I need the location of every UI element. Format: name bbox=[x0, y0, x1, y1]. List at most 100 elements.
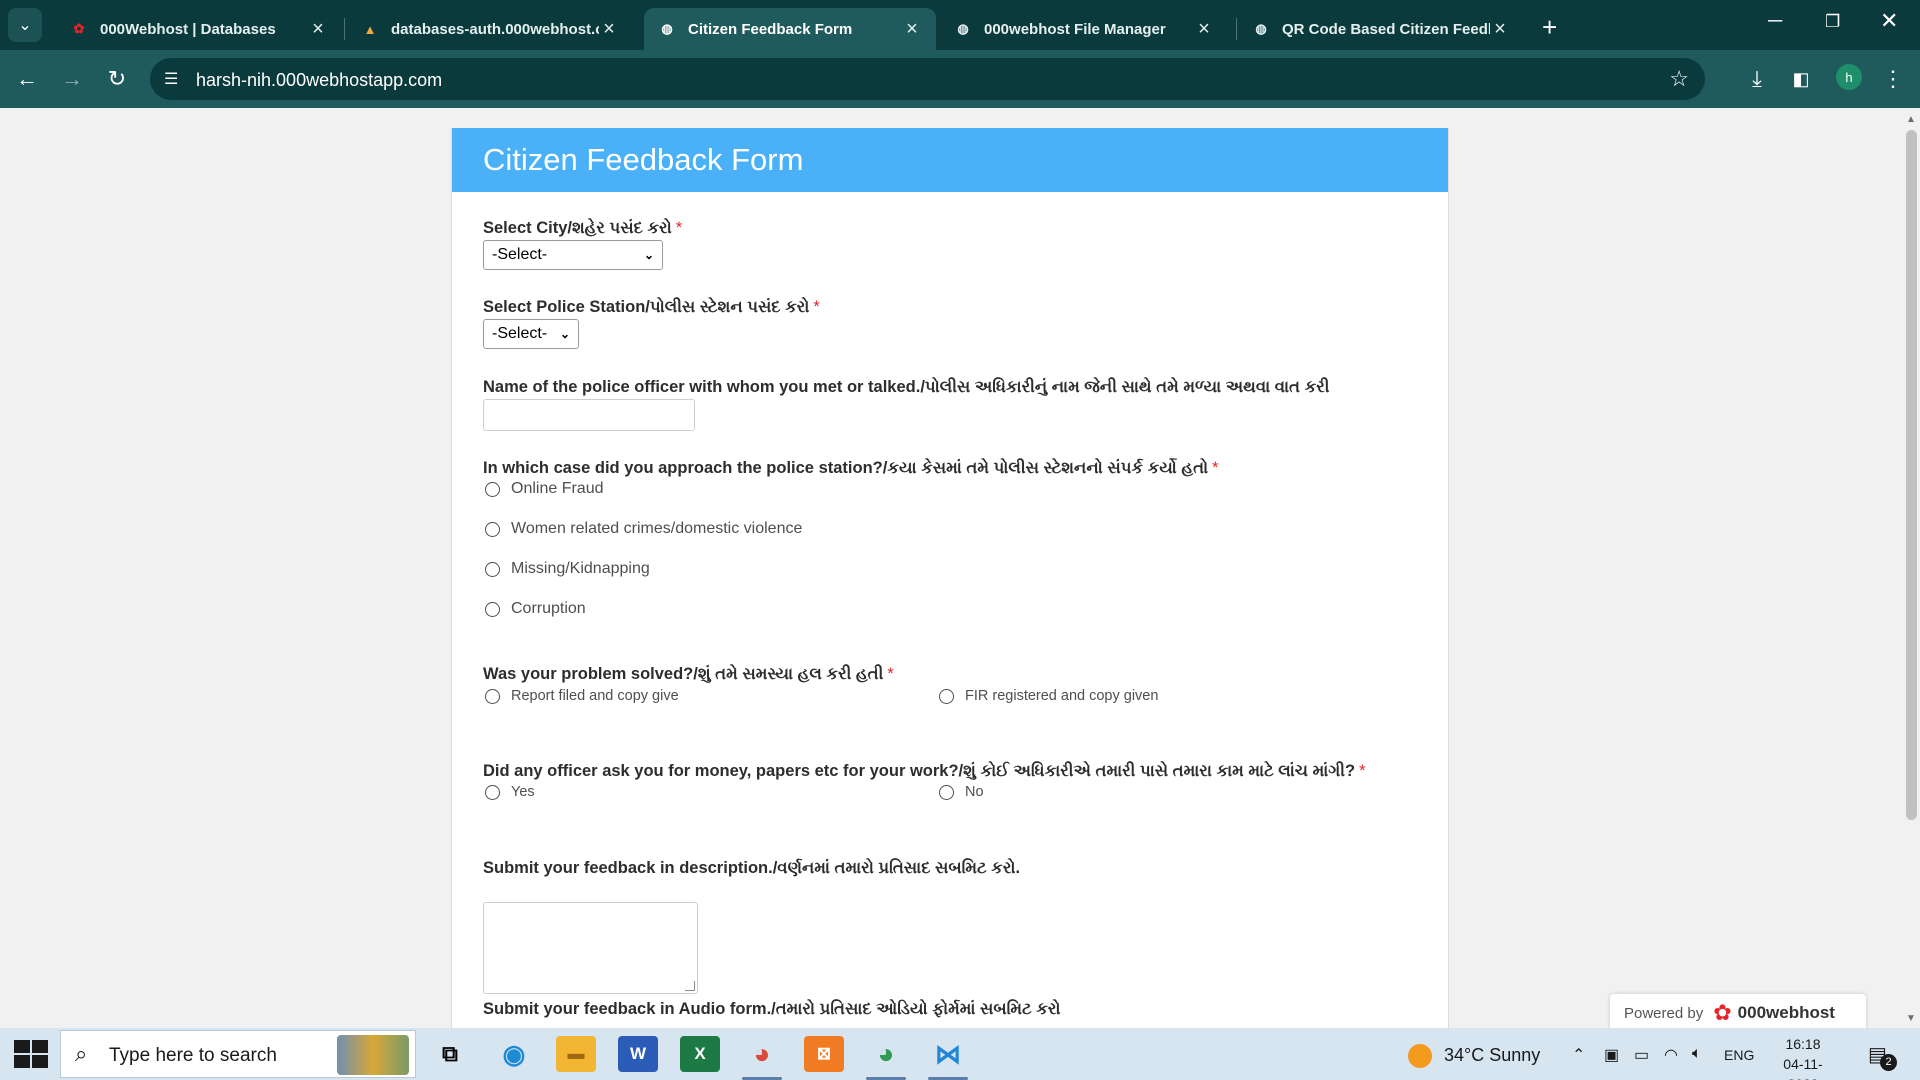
minimize-icon[interactable]: ─ bbox=[1768, 10, 1782, 33]
radio-button[interactable] bbox=[485, 688, 500, 704]
description-textarea[interactable] bbox=[483, 902, 698, 994]
wifi-icon[interactable]: ◠ bbox=[1664, 1045, 1678, 1065]
reload-icon[interactable]: ↻ bbox=[100, 62, 134, 96]
close-icon[interactable]: × bbox=[1490, 18, 1510, 41]
officer-name-label: Name of the police officer with whom you… bbox=[483, 378, 1330, 396]
case-option-online-fraud[interactable]: Online Fraud bbox=[485, 480, 604, 498]
radio-button[interactable] bbox=[939, 688, 954, 704]
tab-search-menu-button[interactable]: ⌄ bbox=[8, 8, 42, 42]
radio-button[interactable] bbox=[485, 784, 500, 800]
download-icon[interactable]: ⤓ bbox=[1740, 62, 1774, 96]
file-explorer-icon[interactable]: ▬ bbox=[556, 1036, 596, 1072]
windows-taskbar: ⌕ Type here to search ⧉ ◉ ▬ W X ◕ ⊠ ◕ ⋈ … bbox=[0, 1028, 1920, 1080]
city-select[interactable]: -Select- ⌄ bbox=[483, 240, 663, 270]
globe-icon: ◍ bbox=[661, 21, 673, 36]
bookmark-star-icon[interactable]: ☆ bbox=[1669, 66, 1689, 92]
police-station-select[interactable]: -Select- ⌄ bbox=[483, 319, 579, 349]
globe-icon: ◍ bbox=[1255, 21, 1267, 36]
description-label: Submit your feedback in description./વર્… bbox=[483, 859, 1021, 877]
radio-button[interactable] bbox=[939, 784, 954, 800]
chrome-profile-icon[interactable]: ◕ bbox=[866, 1036, 906, 1072]
radio-button[interactable] bbox=[485, 601, 500, 617]
police-station-label: Select Police Station/પોલીસ સ્ટેશન પસંદ … bbox=[483, 298, 820, 316]
radio-button[interactable] bbox=[485, 481, 500, 497]
language-indicator[interactable]: ENG bbox=[1724, 1047, 1754, 1063]
url-text[interactable]: harsh-nih.000webhostapp.com bbox=[196, 70, 442, 91]
search-icon: ⌕ bbox=[75, 1041, 88, 1066]
windows-start-icon[interactable] bbox=[14, 1040, 48, 1068]
back-arrow-icon[interactable]: ← bbox=[10, 62, 44, 96]
close-icon[interactable]: × bbox=[599, 18, 619, 41]
notification-count-badge: 2 bbox=[1880, 1054, 1897, 1071]
taskbar-search-box[interactable]: ⌕ Type here to search bbox=[60, 1030, 416, 1078]
resize-handle-icon[interactable] bbox=[685, 981, 695, 991]
case-option-corruption[interactable]: Corruption bbox=[485, 600, 586, 618]
excel-icon[interactable]: X bbox=[680, 1036, 720, 1072]
weather-text[interactable]: 34°C Sunny bbox=[1444, 1045, 1540, 1066]
weather-sun-icon[interactable] bbox=[1408, 1044, 1432, 1068]
address-bar[interactable]: ☰ harsh-nih.000webhostapp.com ☆ bbox=[150, 58, 1705, 100]
solved-option-report-filed[interactable]: Report filed and copy give bbox=[485, 688, 679, 704]
scroll-down-arrow-icon[interactable]: ▼ bbox=[1906, 1013, 1916, 1024]
city-label: Select City/શહેર પસંદ કરો * bbox=[483, 219, 683, 237]
volume-icon[interactable]: 🔈︎ bbox=[1692, 1045, 1702, 1063]
forward-arrow-icon[interactable]: → bbox=[55, 62, 89, 96]
feedback-form-card: Citizen Feedback Form Select City/શહેર પ… bbox=[451, 128, 1449, 1028]
close-icon[interactable]: × bbox=[308, 18, 328, 41]
000webhost-logo-icon: ✿ bbox=[1713, 1000, 1732, 1025]
case-option-missing[interactable]: Missing/Kidnapping bbox=[485, 560, 650, 578]
edge-icon[interactable]: ◉ bbox=[494, 1036, 534, 1072]
tab-databases-auth[interactable]: ▲ databases-auth.000webhost.com × bbox=[347, 8, 633, 50]
bribe-label: Did any officer ask you for money, paper… bbox=[483, 762, 1366, 780]
close-icon[interactable]: × bbox=[1194, 18, 1214, 41]
task-view-icon[interactable]: ⧉ bbox=[430, 1036, 470, 1072]
profile-avatar[interactable]: h bbox=[1836, 64, 1862, 90]
bribe-option-no[interactable]: No bbox=[939, 784, 984, 800]
tab-000webhost-databases[interactable]: ✿ 000Webhost | Databases × bbox=[56, 8, 342, 50]
solved-option-fir-registered[interactable]: FIR registered and copy given bbox=[939, 688, 1158, 704]
tab-qr-code-feedback[interactable]: ◍ QR Code Based Citizen Feedback × bbox=[1238, 8, 1524, 50]
audio-label: Submit your feedback in Audio form./તમાર… bbox=[483, 1000, 1061, 1018]
chevron-down-icon: ⌄ bbox=[643, 248, 654, 262]
case-option-women-crimes[interactable]: Women related crimes/domestic violence bbox=[485, 520, 802, 538]
restore-icon[interactable]: ❐ bbox=[1825, 12, 1840, 32]
case-type-label: In which case did you approach the polic… bbox=[483, 459, 1219, 477]
tab-file-manager[interactable]: ◍ 000webhost File Manager × bbox=[940, 8, 1228, 50]
site-settings-icon[interactable]: ☰ bbox=[164, 69, 186, 89]
bribe-option-yes[interactable]: Yes bbox=[485, 784, 535, 800]
tab-divider bbox=[344, 18, 345, 40]
side-panel-icon[interactable]: ◧ bbox=[1784, 62, 1818, 96]
tab-citizen-feedback-form[interactable]: ◍ Citizen Feedback Form × bbox=[644, 8, 936, 50]
scroll-up-arrow-icon[interactable]: ▲ bbox=[1906, 114, 1916, 125]
taskbar-clock[interactable]: 16:18 04-11-2023 bbox=[1768, 1034, 1838, 1080]
radio-button[interactable] bbox=[485, 561, 500, 577]
tab-divider bbox=[1236, 18, 1237, 40]
officer-name-input[interactable] bbox=[483, 399, 695, 431]
browser-toolbar: ← → ↻ ☰ harsh-nih.000webhostapp.com ☆ ⤓ … bbox=[0, 50, 1920, 108]
meet-now-icon[interactable]: ▣ bbox=[1604, 1045, 1619, 1065]
globe-icon: ◍ bbox=[957, 21, 969, 36]
battery-icon[interactable]: ▭ bbox=[1634, 1045, 1649, 1065]
pma-logo-icon: ▲ bbox=[363, 21, 377, 37]
form-title: Citizen Feedback Form bbox=[452, 128, 1448, 192]
chevron-down-icon: ⌄ bbox=[18, 17, 32, 34]
powered-by-badge[interactable]: Powered by ✿ 000webhost bbox=[1610, 994, 1866, 1028]
scrollbar-thumb[interactable] bbox=[1906, 130, 1917, 820]
radio-button[interactable] bbox=[485, 521, 500, 537]
search-highlight-image bbox=[337, 1035, 409, 1075]
close-icon[interactable]: × bbox=[902, 18, 922, 41]
chevron-down-icon: ⌄ bbox=[559, 327, 570, 341]
solved-label: Was your problem solved?/શું તમે સમસ્યા … bbox=[483, 665, 894, 683]
window-close-icon[interactable]: ✕ bbox=[1880, 8, 1898, 34]
menu-kebab-icon[interactable]: ⋮ bbox=[1876, 62, 1910, 96]
browser-tab-strip: ⌄ ✿ 000Webhost | Databases × ▲ databases… bbox=[0, 0, 1920, 50]
chrome-icon[interactable]: ◕ bbox=[742, 1036, 782, 1072]
new-tab-button[interactable]: + bbox=[1542, 12, 1557, 43]
page-viewport: Citizen Feedback Form Select City/શહેર પ… bbox=[0, 108, 1902, 1028]
xampp-icon[interactable]: ⊠ bbox=[804, 1036, 844, 1072]
word-icon[interactable]: W bbox=[618, 1036, 658, 1072]
vscode-icon[interactable]: ⋈ bbox=[928, 1036, 968, 1072]
vertical-scrollbar[interactable]: ▲ ▼ bbox=[1902, 108, 1920, 1028]
tray-chevron-up-icon[interactable]: ⌃ bbox=[1572, 1045, 1585, 1065]
000webhost-logo-icon: ✿ bbox=[73, 21, 85, 36]
